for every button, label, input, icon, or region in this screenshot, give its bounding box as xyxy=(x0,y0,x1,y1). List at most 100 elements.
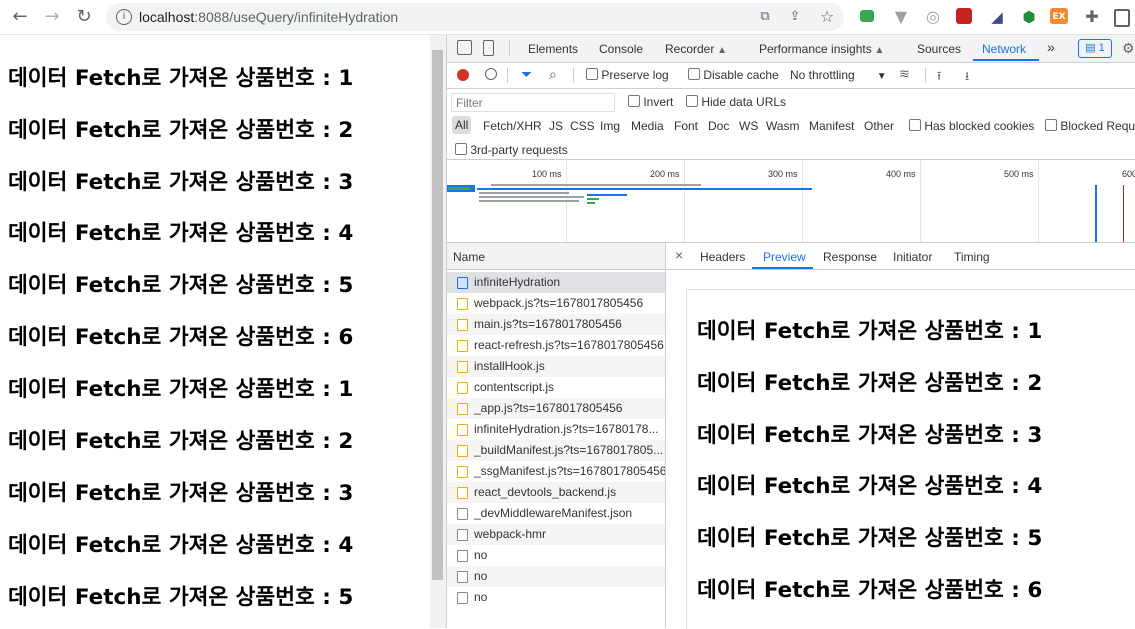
network-conditions-icon[interactable]: ≋ xyxy=(899,66,910,82)
preserve-log-checkbox[interactable]: Preserve log xyxy=(586,68,669,82)
back-icon[interactable]: ← xyxy=(8,5,32,29)
search-icon[interactable]: ⌕ xyxy=(549,66,557,83)
tab-timing[interactable]: Timing xyxy=(954,250,990,264)
extension-ex-icon[interactable]: EX xyxy=(1050,8,1068,24)
filter-type-all[interactable]: All xyxy=(452,116,472,134)
request-row[interactable]: no xyxy=(447,566,665,587)
load-marker xyxy=(1123,185,1124,242)
tab-console[interactable]: Console xyxy=(599,42,643,56)
request-row[interactable]: no xyxy=(447,587,665,608)
info-icon[interactable]: i xyxy=(116,9,132,25)
tab-response[interactable]: Response xyxy=(823,250,877,264)
request-row[interactable]: webpack-hmr xyxy=(447,524,665,545)
filter-type-fetch-xhr[interactable]: Fetch/XHR xyxy=(483,119,542,133)
filter-type-media[interactable]: Media xyxy=(631,119,664,133)
extension-red-icon[interactable] xyxy=(956,8,972,24)
filter-type-doc[interactable]: Doc xyxy=(708,119,729,133)
file-icon xyxy=(457,592,468,604)
blocked-cookies-checkbox[interactable]: Has blocked cookies xyxy=(909,119,1034,133)
tab-initiator[interactable]: Initiator xyxy=(893,250,932,264)
filter-funnel-icon[interactable]: ⏷ xyxy=(521,66,532,83)
preview-product-item: 데이터 Fetch로 가져온 상품번호 : 4 xyxy=(697,474,1043,499)
extensions-puzzle-icon[interactable]: ✚ xyxy=(1083,8,1101,26)
product-item: 데이터 Fetch로 가져온 상품번호 : 5 xyxy=(8,585,354,610)
close-icon[interactable]: × xyxy=(675,247,683,263)
extension-feather-icon[interactable]: ◢ xyxy=(988,8,1006,26)
reload-icon[interactable]: ↻ xyxy=(72,5,96,29)
request-row[interactable]: contentscript.js xyxy=(447,377,665,398)
divider xyxy=(573,68,574,83)
tab-network[interactable]: Network xyxy=(982,42,1026,56)
third-party-checkbox[interactable]: 3rd-party requests xyxy=(455,143,568,157)
script-icon xyxy=(457,487,468,499)
filter-bar: Filter Invert Hide data URLs All Fetch/X… xyxy=(447,89,1135,160)
page-scrollbar-thumb[interactable] xyxy=(432,50,443,580)
request-row[interactable]: _devMiddlewareManifest.json xyxy=(447,503,665,524)
extension-circle-icon[interactable]: ◎ xyxy=(924,8,942,26)
filter-type-wasm[interactable]: Wasm xyxy=(766,119,800,133)
filter-type-manifest[interactable]: Manifest xyxy=(809,119,854,133)
extension-vue-icon[interactable]: ▼ xyxy=(892,8,910,26)
device-toolbar-icon[interactable] xyxy=(483,40,494,56)
import-har-icon[interactable]: ⭱ xyxy=(937,67,941,88)
issues-badge[interactable]: ▤ 1 xyxy=(1078,39,1112,58)
request-row[interactable]: infiniteHydration xyxy=(447,272,665,293)
url-text[interactable]: localhost:8088/useQuery/infiniteHydratio… xyxy=(139,9,398,25)
name-column-header[interactable]: Name xyxy=(453,250,485,264)
preview-product-item: 데이터 Fetch로 가져온 상품번호 : 1 xyxy=(697,319,1043,344)
gridline xyxy=(920,160,921,242)
tab-recorder[interactable]: Recorder ▲ xyxy=(665,42,727,56)
filter-input[interactable]: Filter xyxy=(451,93,615,112)
tab-preview[interactable]: Preview xyxy=(763,250,806,264)
share-icon[interactable]: ⇪ xyxy=(786,8,804,26)
extension-green-icon[interactable] xyxy=(860,10,874,22)
filter-type-css[interactable]: CSS xyxy=(570,119,595,133)
timeline-tick: 100 ms xyxy=(532,169,562,179)
request-row[interactable]: no xyxy=(447,545,665,566)
request-row[interactable]: webpack.js?ts=1678017805456 xyxy=(447,293,665,314)
request-row[interactable]: main.js?ts=1678017805456 xyxy=(447,314,665,335)
script-icon xyxy=(457,298,468,310)
tab-headers[interactable]: Headers xyxy=(700,250,745,264)
request-row[interactable]: react-refresh.js?ts=1678017805456 xyxy=(447,335,665,356)
blocked-requests-checkbox[interactable]: Blocked Requ xyxy=(1045,119,1135,133)
inspect-element-icon[interactable] xyxy=(457,40,472,55)
filter-type-font[interactable]: Font xyxy=(674,119,698,133)
extension-shield-icon[interactable]: ⬢ xyxy=(1020,8,1038,26)
preview-product-item: 데이터 Fetch로 가져온 상품번호 : 3 xyxy=(697,423,1043,448)
more-tabs-icon[interactable]: » xyxy=(1047,39,1055,55)
request-row[interactable]: _buildManifest.js?ts=1678017805... xyxy=(447,440,665,461)
filter-type-js[interactable]: JS xyxy=(549,119,563,133)
file-icon xyxy=(457,508,468,520)
settings-gear-icon[interactable]: ⚙ xyxy=(1122,40,1135,57)
request-row[interactable]: react_devtools_backend.js xyxy=(447,482,665,503)
gridline xyxy=(802,160,803,242)
request-row[interactable]: infiniteHydration.js?ts=16780178... xyxy=(447,419,665,440)
disable-cache-checkbox[interactable]: Disable cache xyxy=(688,68,779,82)
timeline-tick: 600 xyxy=(1122,169,1135,179)
request-row[interactable]: _ssgManifest.js?ts=1678017805456 xyxy=(447,461,665,482)
invert-checkbox[interactable]: Invert xyxy=(628,95,673,109)
filter-type-other[interactable]: Other xyxy=(864,119,894,133)
hide-data-urls-checkbox[interactable]: Hide data URLs xyxy=(686,95,786,109)
document-icon xyxy=(457,277,468,289)
filter-type-img[interactable]: Img xyxy=(600,119,620,133)
request-row[interactable]: installHook.js xyxy=(447,356,665,377)
tab-elements[interactable]: Elements xyxy=(528,42,578,56)
side-panel-icon[interactable] xyxy=(1114,9,1130,27)
network-overview-timeline[interactable]: 100 ms 200 ms 300 ms 400 ms 500 ms 600 xyxy=(447,160,1135,243)
open-in-icon[interactable]: ⧉ xyxy=(756,8,774,26)
waterfall-bar xyxy=(479,196,584,198)
divider xyxy=(509,40,510,56)
tab-sources[interactable]: Sources xyxy=(917,42,961,56)
product-item: 데이터 Fetch로 가져온 상품번호 : 3 xyxy=(8,170,354,195)
request-row[interactable]: _app.js?ts=1678017805456 xyxy=(447,398,665,419)
star-icon[interactable]: ☆ xyxy=(818,8,836,26)
throttling-select[interactable]: No throttling ▼ xyxy=(790,68,887,82)
tab-performance-insights[interactable]: Performance insights ▲ xyxy=(759,42,884,56)
export-har-icon[interactable]: ⭳ xyxy=(965,67,969,88)
filter-type-ws[interactable]: WS xyxy=(739,119,758,133)
forward-icon[interactable]: → xyxy=(40,5,64,29)
record-icon[interactable] xyxy=(457,69,469,81)
clear-icon[interactable] xyxy=(485,68,497,80)
